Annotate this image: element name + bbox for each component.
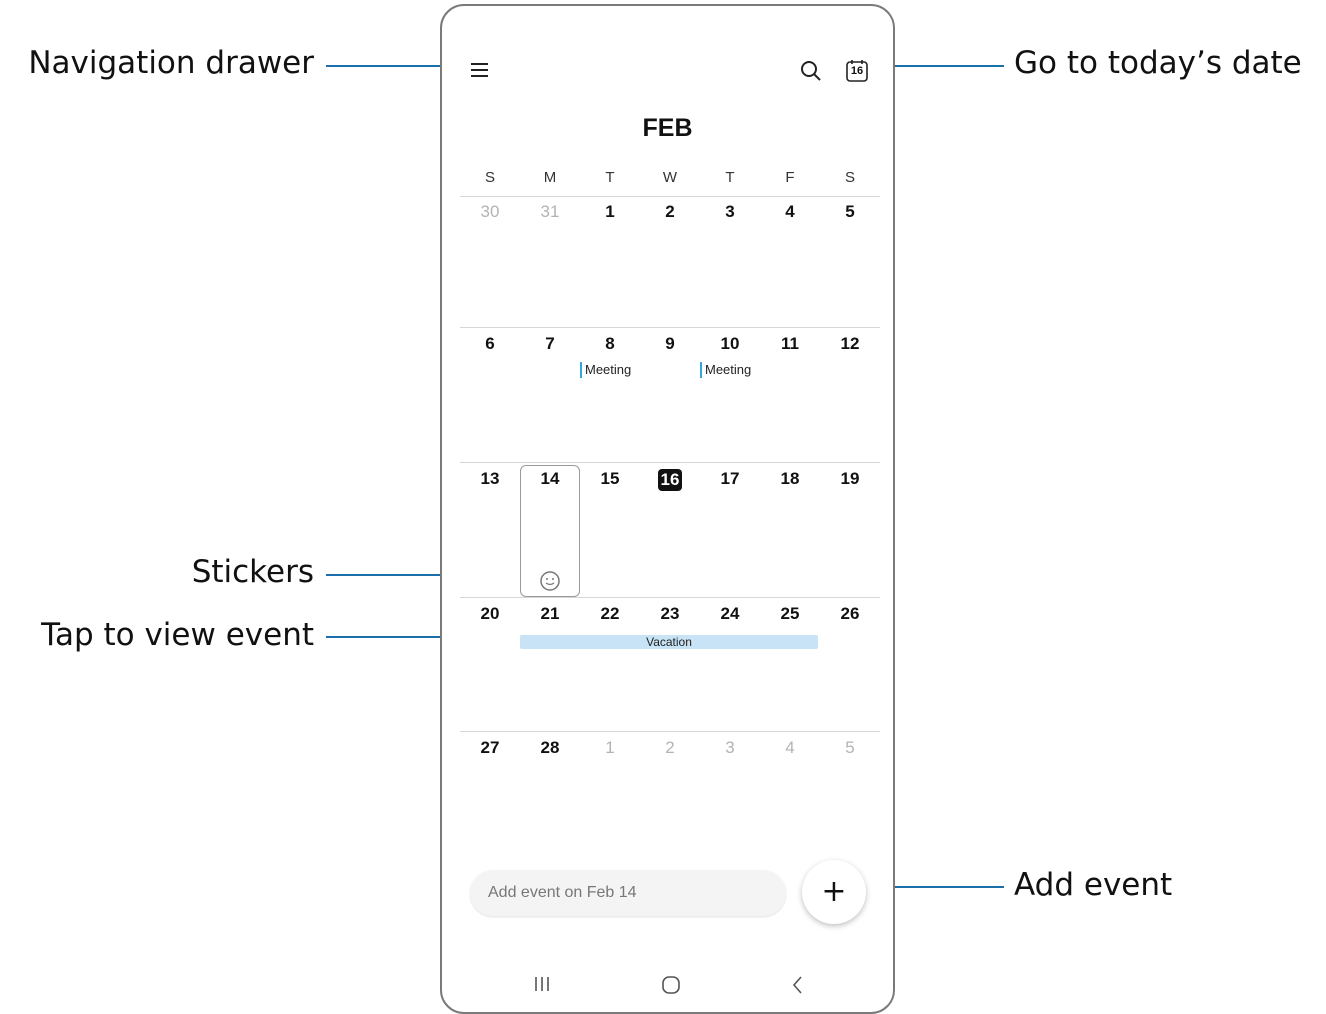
day-cell[interactable]: 5 (820, 202, 880, 222)
callout-go-to-today: Go to today’s date (1014, 45, 1302, 81)
event-chip-meeting[interactable]: Meeting (580, 362, 631, 378)
day-cell[interactable]: 28 (520, 738, 580, 758)
day-cell[interactable]: 1 (580, 738, 640, 758)
day-cell[interactable]: 18 (760, 469, 820, 489)
day-cell[interactable]: 2 (640, 738, 700, 758)
day-cell[interactable]: 30 (460, 202, 520, 222)
weekday-label: M (543, 169, 557, 186)
day-cell[interactable]: 31 (520, 202, 580, 222)
search-icon[interactable] (798, 58, 824, 84)
weekday-label: S (484, 169, 495, 186)
day-cell[interactable]: 7 (520, 334, 580, 354)
smiley-sticker-icon[interactable] (539, 570, 561, 592)
day-cell[interactable]: 8 (580, 334, 640, 354)
day-cell[interactable]: 22 (580, 604, 640, 624)
callout-tap-to-view-event: Tap to view event (41, 617, 314, 653)
weekday-header: S M T W T F S (460, 166, 880, 197)
day-cell[interactable]: 2 (640, 202, 700, 222)
add-event-placeholder: Add event on Feb 14 (488, 884, 637, 901)
add-event-input[interactable]: Add event on Feb 14 (470, 870, 786, 916)
plus-icon: + (821, 874, 847, 909)
day-cell[interactable]: 12 (820, 334, 880, 354)
day-cell[interactable]: 4 (760, 738, 820, 758)
day-cell-today[interactable]: 16 (640, 469, 700, 491)
back-icon[interactable] (788, 974, 808, 1000)
day-cell[interactable]: 3 (700, 738, 760, 758)
week-row: 30 31 1 2 3 4 5 (460, 196, 880, 331)
home-icon[interactable] (660, 974, 682, 1000)
day-cell[interactable]: 27 (460, 738, 520, 758)
calendar-today-icon[interactable]: 16 (844, 58, 870, 84)
day-cell[interactable]: 4 (760, 202, 820, 222)
week-row: 27 28 1 2 3 4 5 (460, 731, 880, 867)
day-cell[interactable]: 20 (460, 604, 520, 624)
day-cell[interactable]: 23 (640, 604, 700, 624)
today-icon-number: 16 (850, 65, 864, 77)
weekday-label: F (785, 169, 795, 186)
add-event-button[interactable]: + (802, 860, 866, 924)
day-cell[interactable]: 24 (700, 604, 760, 624)
week-row: 20 21 22 23 24 25 26 Vacation (460, 597, 880, 733)
day-cell[interactable]: 9 (640, 334, 700, 354)
recent-apps-icon[interactable] (532, 974, 552, 998)
day-cell[interactable]: 6 (460, 334, 520, 354)
day-cell[interactable]: 11 (760, 334, 820, 354)
day-cell[interactable]: 13 (460, 469, 520, 489)
day-cell[interactable]: 21 (520, 604, 580, 624)
month-title: FEB (642, 114, 693, 142)
app-bar: 16 (442, 6, 893, 106)
day-cell[interactable]: 3 (700, 202, 760, 222)
weekday-label: S (844, 169, 855, 186)
day-cell[interactable]: 5 (820, 738, 880, 758)
hamburger-icon[interactable] (468, 58, 492, 82)
day-cell[interactable]: 1 (580, 202, 640, 222)
day-cell[interactable]: 25 (760, 604, 820, 624)
week-row: 6 7 8 9 10 11 12 Meeting Meeting (460, 327, 880, 463)
callout-stickers: Stickers (191, 554, 314, 590)
day-cell-selected[interactable]: 14 (520, 469, 580, 489)
day-cell[interactable]: 15 (580, 469, 640, 489)
weekday-label: W (662, 169, 678, 186)
weekday-label: T (605, 169, 615, 186)
today-badge: 16 (657, 469, 683, 491)
day-cell[interactable]: 17 (700, 469, 760, 489)
day-cell[interactable]: 19 (820, 469, 880, 489)
event-chip-meeting[interactable]: Meeting (700, 362, 751, 378)
day-cell[interactable]: 26 (820, 604, 880, 624)
leader-line-navigation (326, 65, 458, 67)
event-bar-vacation[interactable]: Vacation (520, 635, 818, 649)
system-nav-bar (442, 964, 893, 1004)
weekday-label: T (725, 169, 735, 186)
day-cell[interactable]: 10 (700, 334, 760, 354)
callout-add-event: Add event (1014, 867, 1173, 903)
callout-navigation-drawer: Navigation drawer (28, 45, 314, 81)
phone-frame: 16 FEB S M T W T F S 30 31 1 2 3 4 5 6 7… (440, 4, 895, 1014)
week-row: 13 14 15 16 17 18 19 (460, 462, 880, 598)
